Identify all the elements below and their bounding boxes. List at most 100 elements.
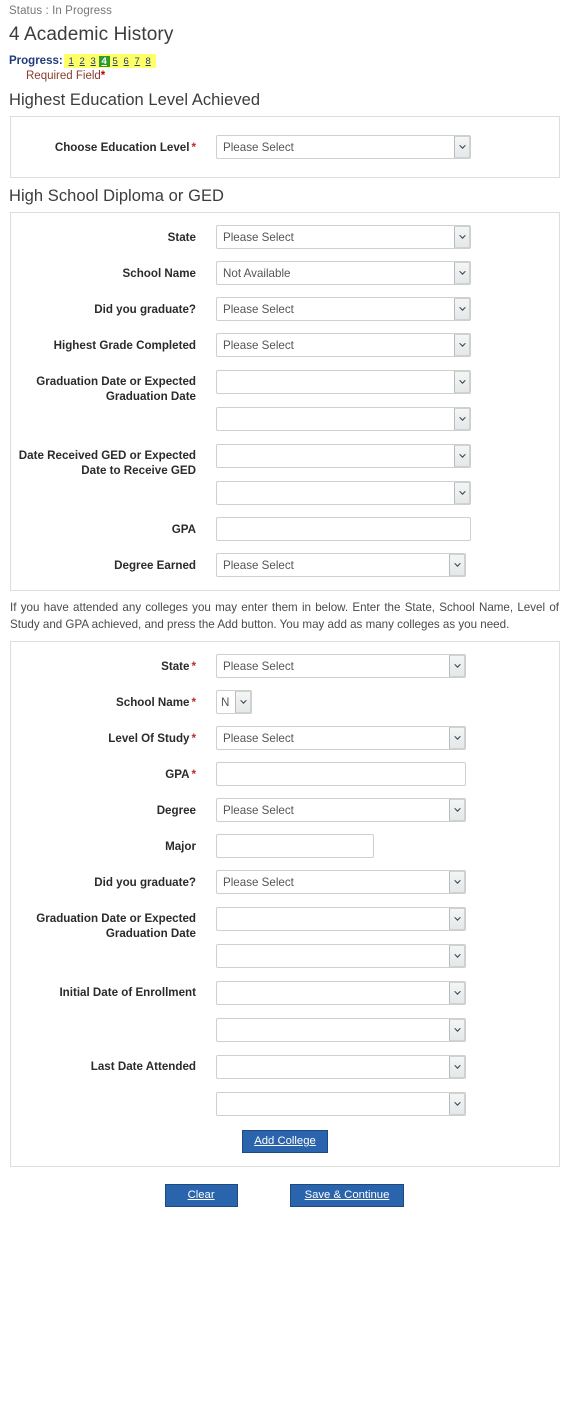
form-row-hs-did-you-graduate: Did you graduate? Please Select xyxy=(11,297,559,321)
input-college-gpa[interactable] xyxy=(216,762,466,786)
chevron-down-icon[interactable] xyxy=(449,1019,465,1041)
form-row-college-last-date-attended: Last Date Attended xyxy=(11,1054,559,1116)
chevron-down-icon[interactable] xyxy=(454,445,470,467)
input-hs-gpa[interactable] xyxy=(216,517,471,541)
save-and-continue-button[interactable]: Save & Continue xyxy=(289,1184,405,1207)
clear-button[interactable]: Clear xyxy=(164,1184,238,1207)
progress-step-5[interactable]: 5 xyxy=(110,56,121,67)
select-college-did-you-graduate[interactable]: Please Select xyxy=(216,870,466,894)
form-row-hs-gpa: GPA xyxy=(11,517,559,541)
select-college-enrollment-year[interactable] xyxy=(216,1018,466,1042)
select-college-graduation-year[interactable] xyxy=(216,944,466,968)
progress-step-6[interactable]: 6 xyxy=(121,56,132,67)
label-college-school-name: School Name * xyxy=(11,690,196,710)
progress-step-2[interactable]: 2 xyxy=(77,56,88,67)
progress-step-8[interactable]: 8 xyxy=(143,56,154,67)
select-college-enrollment-month[interactable] xyxy=(216,981,466,1005)
chevron-down-icon[interactable] xyxy=(449,982,465,1004)
select-hs-graduation-year[interactable] xyxy=(216,407,471,431)
progress-step-track: 1 2 3 4 5 6 7 8 xyxy=(63,54,156,68)
label-hs-did-you-graduate: Did you graduate? xyxy=(94,303,196,316)
progress-step-1[interactable]: 1 xyxy=(66,56,77,67)
label-college-initial-enrollment: Initial Date of Enrollment xyxy=(59,986,196,999)
chevron-down-icon[interactable] xyxy=(454,482,470,504)
progress-step-4-current[interactable]: 4 xyxy=(98,55,110,67)
select-value: Please Select xyxy=(223,302,294,316)
chevron-down-icon[interactable] xyxy=(449,727,465,749)
control-college-state: Please Select xyxy=(196,654,466,678)
select-college-last-attended-year[interactable] xyxy=(216,1092,466,1116)
select-hs-school-name[interactable]: Not Available xyxy=(216,261,471,285)
chevron-down-icon[interactable] xyxy=(454,136,470,158)
form-action-bar: Clear Save & Continue xyxy=(0,1184,569,1207)
label-college-level-of-study: Level Of Study * xyxy=(11,726,196,746)
label-hs-school-name: School Name xyxy=(122,267,196,280)
label-hs-ged-date: Date Received GED or Expected Date to Re… xyxy=(18,449,196,477)
select-college-level-of-study[interactable]: Please Select xyxy=(216,726,466,750)
chevron-down-icon[interactable] xyxy=(235,691,251,713)
page-title: 4 Academic History xyxy=(9,24,174,45)
form-row-college-graduation-date: Graduation Date or Expected Graduation D… xyxy=(11,906,559,968)
label-college-state: State * xyxy=(11,654,196,674)
select-hs-did-you-graduate[interactable]: Please Select xyxy=(216,297,471,321)
select-value: Please Select xyxy=(223,338,294,352)
chevron-down-icon[interactable] xyxy=(449,871,465,893)
select-college-school-name[interactable]: N xyxy=(216,690,252,714)
progress-step-3[interactable]: 3 xyxy=(88,56,99,67)
select-value: N xyxy=(221,695,230,709)
select-hs-ged-year[interactable] xyxy=(216,481,471,505)
chevron-down-icon[interactable] xyxy=(454,226,470,248)
application-status: Status : In Progress xyxy=(9,5,112,17)
chevron-down-icon[interactable] xyxy=(449,1093,465,1115)
chevron-down-icon[interactable] xyxy=(449,799,465,821)
label-hs-degree-earned: Degree Earned xyxy=(114,559,196,572)
select-hs-ged-month[interactable] xyxy=(216,444,471,468)
required-asterisk: * xyxy=(100,70,106,82)
select-value: Please Select xyxy=(223,875,294,889)
select-hs-state[interactable]: Please Select xyxy=(216,225,471,249)
label-hs-state: State xyxy=(167,231,196,244)
form-row-college-initial-enrollment: Initial Date of Enrollment xyxy=(11,980,559,1042)
label-hs-gpa: GPA xyxy=(171,523,196,536)
control-hs-state: Please Select xyxy=(196,225,471,249)
chevron-down-icon[interactable] xyxy=(454,262,470,284)
control-hs-highest-grade: Please Select xyxy=(196,333,471,357)
control-college-initial-enrollment xyxy=(196,980,466,1042)
progress-step-7[interactable]: 7 xyxy=(132,56,143,67)
college-help-text: If you have attended any colleges you ma… xyxy=(10,601,559,631)
add-college-button[interactable]: Add College xyxy=(242,1130,328,1153)
select-college-last-attended-month[interactable] xyxy=(216,1055,466,1079)
select-hs-degree-earned[interactable]: Please Select xyxy=(216,553,466,577)
label-text: GPA xyxy=(165,768,190,781)
select-hs-highest-grade[interactable]: Please Select xyxy=(216,333,471,357)
chevron-down-icon[interactable] xyxy=(449,554,465,576)
input-college-major[interactable] xyxy=(216,834,374,858)
form-row-hs-state: State Please Select xyxy=(11,225,559,249)
select-college-graduation-month[interactable] xyxy=(216,907,466,931)
chevron-down-icon[interactable] xyxy=(454,298,470,320)
chevron-down-icon[interactable] xyxy=(454,334,470,356)
chevron-down-icon[interactable] xyxy=(449,908,465,930)
select-hs-graduation-month[interactable] xyxy=(216,370,471,394)
label-text: Level Of Study xyxy=(108,732,190,745)
chevron-down-icon[interactable] xyxy=(449,945,465,967)
label-college-gpa: GPA * xyxy=(11,762,196,782)
label-hs-highest-grade: Highest Grade Completed xyxy=(53,339,196,352)
select-value: Please Select xyxy=(223,731,294,745)
select-college-state[interactable]: Please Select xyxy=(216,654,466,678)
panel-college: State * Please Select School Name * N Leve… xyxy=(10,641,560,1167)
form-row-college-major: Major xyxy=(11,834,559,858)
chevron-down-icon[interactable] xyxy=(454,408,470,430)
select-value: Please Select xyxy=(223,803,294,817)
chevron-down-icon[interactable] xyxy=(454,371,470,393)
chevron-down-icon[interactable] xyxy=(449,655,465,677)
label-college-did-you-graduate: Did you graduate? xyxy=(94,876,196,889)
select-choose-education-level[interactable]: Please Select xyxy=(216,135,471,159)
section-heading-education-level: Highest Education Level Achieved xyxy=(9,91,261,109)
control-hs-graduation-date xyxy=(196,369,471,431)
select-college-degree[interactable]: Please Select xyxy=(216,798,466,822)
panel-education-level: Choose Education Level * Please Select xyxy=(10,116,560,178)
chevron-down-icon[interactable] xyxy=(449,1056,465,1078)
